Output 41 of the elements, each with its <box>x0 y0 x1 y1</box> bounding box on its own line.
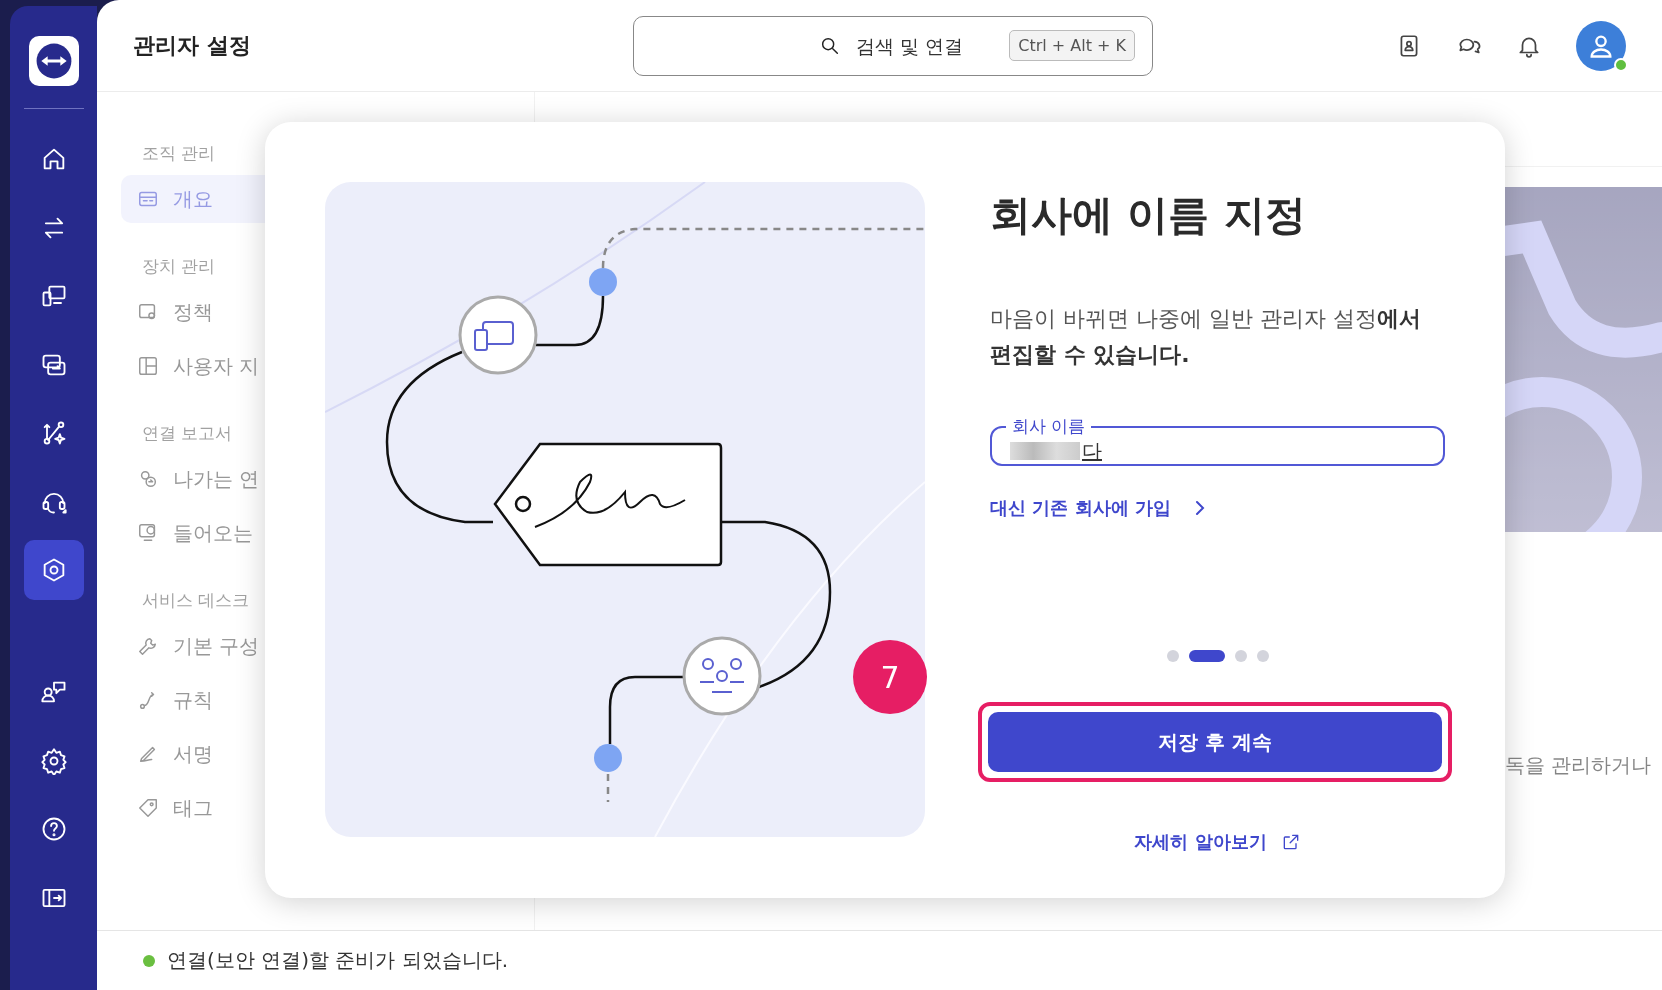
save-continue-button[interactable]: 저장 후 계속 <box>988 712 1442 772</box>
user-avatar[interactable] <box>1576 20 1626 71</box>
dialog-description: 마음이 바뀌면 나중에 일반 관리자 설정에서 편집할 수 있습니다. <box>990 305 1422 369</box>
settings-icon <box>39 746 68 775</box>
hexagon-gear-button[interactable] <box>23 540 84 600</box>
chevron-right-icon <box>1194 500 1205 516</box>
page-title: 관리자 설정 <box>133 31 252 60</box>
path-dot <box>594 744 622 772</box>
field-label: 회사 이름 <box>1011 415 1087 438</box>
sidebar-item[interactable]: 기본 구성 <box>121 622 512 670</box>
sidebar-item[interactable]: 사용자 지 <box>121 342 512 390</box>
dashed-line <box>606 774 610 802</box>
redacted-text <box>1010 442 1080 460</box>
sidebar-item[interactable]: 정책 <box>121 288 512 336</box>
app-logo-icon <box>28 36 79 86</box>
section-heading: 서비스 데스크 <box>142 589 250 612</box>
devices-node-icon <box>458 295 538 375</box>
sidebar-item[interactable]: 태그 <box>121 784 512 832</box>
sidebar-item[interactable]: 규칙 <box>121 676 512 724</box>
join-existing-company-link[interactable]: 대신 기존 회사에 가입 <box>990 496 1205 520</box>
learn-more-link[interactable]: 자세히 알아보기 <box>1134 830 1301 854</box>
sidebar-item[interactable]: 서명 <box>121 730 512 778</box>
step-indicator-dot[interactable] <box>1166 650 1179 662</box>
section-heading: 조직 관리 <box>142 142 216 165</box>
sidebar-item-icon <box>137 797 159 819</box>
connector-line <box>536 295 605 347</box>
section-heading: 연결 보고서 <box>142 422 233 445</box>
step-indicator-dot[interactable] <box>1234 650 1247 662</box>
path-dot <box>589 268 617 296</box>
people-node-icon <box>682 636 762 716</box>
sidebar-item-icon <box>137 635 159 657</box>
sidebar-item[interactable]: 들어오는 <box>121 509 512 557</box>
dialog-title: 회사에 이름 지정 <box>990 190 1307 241</box>
section-heading: 장치 관리 <box>142 255 216 278</box>
step-indicator-dot[interactable] <box>1256 650 1269 662</box>
sidebar-item-icon <box>137 355 159 377</box>
status-text: 연결(보안 연결)할 준비가 되었습니다. <box>167 947 509 974</box>
text-input[interactable]: 다 <box>1080 438 1380 464</box>
shortcut-hint: Ctrl + Alt + K <box>1009 29 1135 61</box>
sidebar-item[interactable]: 나가는 연 <box>121 455 512 503</box>
background-text: 독을 관리하거나 <box>1505 752 1652 779</box>
